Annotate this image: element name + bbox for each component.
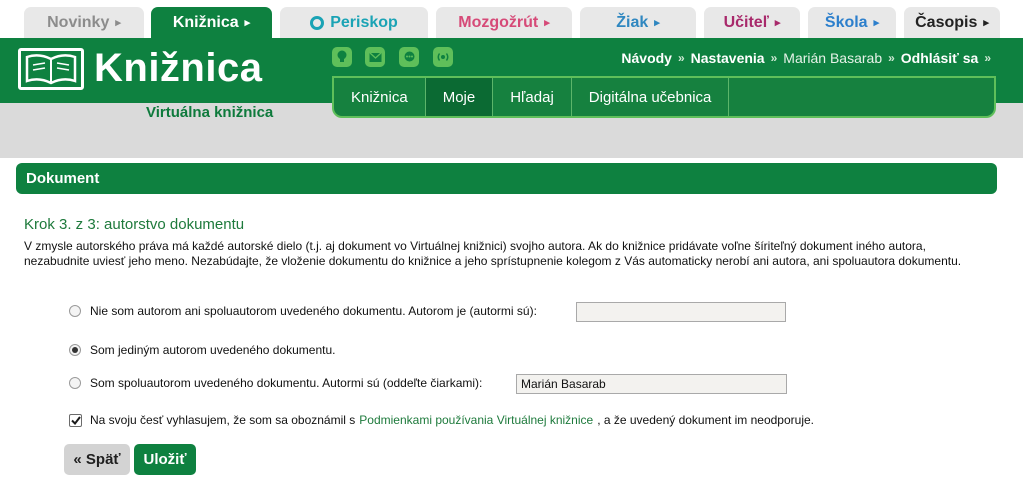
lightbulb-icon[interactable] [332, 47, 352, 67]
link-navody[interactable]: Návody [621, 50, 672, 66]
declaration-row: Na svoju česť vyhlasujem, že som sa oboz… [69, 413, 814, 427]
site-title[interactable]: Knižnica [94, 46, 262, 91]
book-logo-icon[interactable] [18, 48, 84, 90]
tab-novinky[interactable]: Novinky ▸ [24, 7, 144, 38]
tab-label: Periskop [330, 13, 398, 31]
nav-moje[interactable]: Moje [425, 78, 494, 116]
site-subtitle: Virtuálna knižnica [146, 104, 274, 121]
double-chevron-icon: » [677, 51, 685, 65]
chevron-right-icon: ▸ [873, 17, 880, 29]
tab-label: Žiak [616, 13, 649, 31]
tab-skola[interactable]: Škola ▸ [808, 7, 896, 38]
chevron-right-icon: ▸ [654, 17, 660, 29]
user-name[interactable]: Marián Basarab [783, 50, 882, 66]
option-label: Som spoluautorom uvedeného dokumentu. Au… [90, 376, 483, 390]
coauthors-input[interactable]: Marián Basarab [516, 374, 787, 394]
double-chevron-icon: » [984, 51, 991, 65]
checkmark-icon [70, 415, 81, 425]
intro-text: V zmysle autorského práva má každé autor… [24, 239, 962, 268]
option-label: Som jediným autorom uvedeného dokumentu. [90, 343, 336, 357]
nav-digitalna-ucebnica[interactable]: Digitálna učebnica [572, 78, 730, 116]
back-button[interactable]: « Späť [64, 444, 130, 475]
tab-label: Škola [824, 13, 868, 31]
link-logout[interactable]: Odhlásiť sa [901, 50, 979, 66]
chevron-right-icon: ▸ [983, 17, 989, 29]
user-links: Návody » Nastavenia » Marián Basarab » O… [621, 50, 991, 66]
radio-sole-author[interactable] [69, 344, 81, 356]
nav-hladaj[interactable]: Hľadaj [493, 78, 572, 116]
option-label: Nie som autorom ani spoluautorom uvedené… [90, 304, 537, 318]
terms-link[interactable]: Podmienkami používania Virtuálnej knižni… [359, 413, 593, 427]
save-button[interactable]: Uložiť [134, 444, 196, 475]
double-chevron-icon: » [888, 51, 895, 65]
declaration-checkbox[interactable] [69, 413, 82, 427]
top-tabs: Novinky ▸ Knižnica ▸ Periskop Mozgožrút ▸ Ž… [0, 0, 1023, 38]
step-title: Krok 3. z 3: autorstvo dokumentu [24, 216, 245, 233]
chevron-right-icon: ▸ [244, 17, 251, 29]
chevron-right-icon: ▸ [774, 17, 781, 29]
mail-icon[interactable] [365, 47, 385, 67]
tab-label: Učiteľ [723, 13, 769, 31]
chevron-right-icon: ▸ [544, 17, 550, 29]
tab-ucitel[interactable]: Učiteľ ▸ [704, 7, 800, 38]
author-input[interactable] [576, 302, 786, 322]
main-nav: Knižnica Moje Hľadaj Digitálna učebnica [332, 76, 996, 118]
tab-label: Mozgožrút [458, 13, 539, 31]
option-coauthor[interactable]: Som spoluautorom uvedeného dokumentu. Au… [69, 376, 482, 390]
option-sole-author[interactable]: Som jediným autorom uvedeného dokumentu. [69, 343, 335, 357]
nav-kniznica[interactable]: Knižnica [334, 78, 426, 116]
declaration-text-after: , a že uvedený dokument im neodporuje. [597, 413, 814, 427]
declaration-text-before: Na svoju česť vyhlasujem, že som sa oboz… [90, 413, 356, 427]
tab-casopis[interactable]: Časopis ▸ [904, 7, 1000, 38]
broadcast-icon[interactable] [433, 47, 453, 67]
chat-icon[interactable] [399, 47, 419, 67]
tab-label: Novinky [47, 13, 110, 31]
tab-periskop[interactable]: Periskop [280, 7, 428, 38]
section-heading: Dokument [16, 163, 997, 194]
option-not-author[interactable]: Nie som autorom ani spoluautorom uvedené… [69, 304, 537, 318]
radio-coauthor[interactable] [69, 377, 81, 389]
double-chevron-icon: » [770, 51, 778, 65]
periskop-icon [310, 15, 325, 30]
tab-kniznica[interactable]: Knižnica ▸ [151, 7, 272, 38]
tab-label: Knižnica [172, 13, 239, 31]
tab-ziak[interactable]: Žiak ▸ [580, 7, 696, 38]
chevron-right-icon: ▸ [115, 17, 121, 29]
tab-label: Časopis [915, 13, 978, 31]
radio-not-author[interactable] [69, 305, 81, 317]
link-nastavenia[interactable]: Nastavenia [691, 50, 765, 66]
tab-mozgozrut[interactable]: Mozgožrút ▸ [436, 7, 572, 38]
